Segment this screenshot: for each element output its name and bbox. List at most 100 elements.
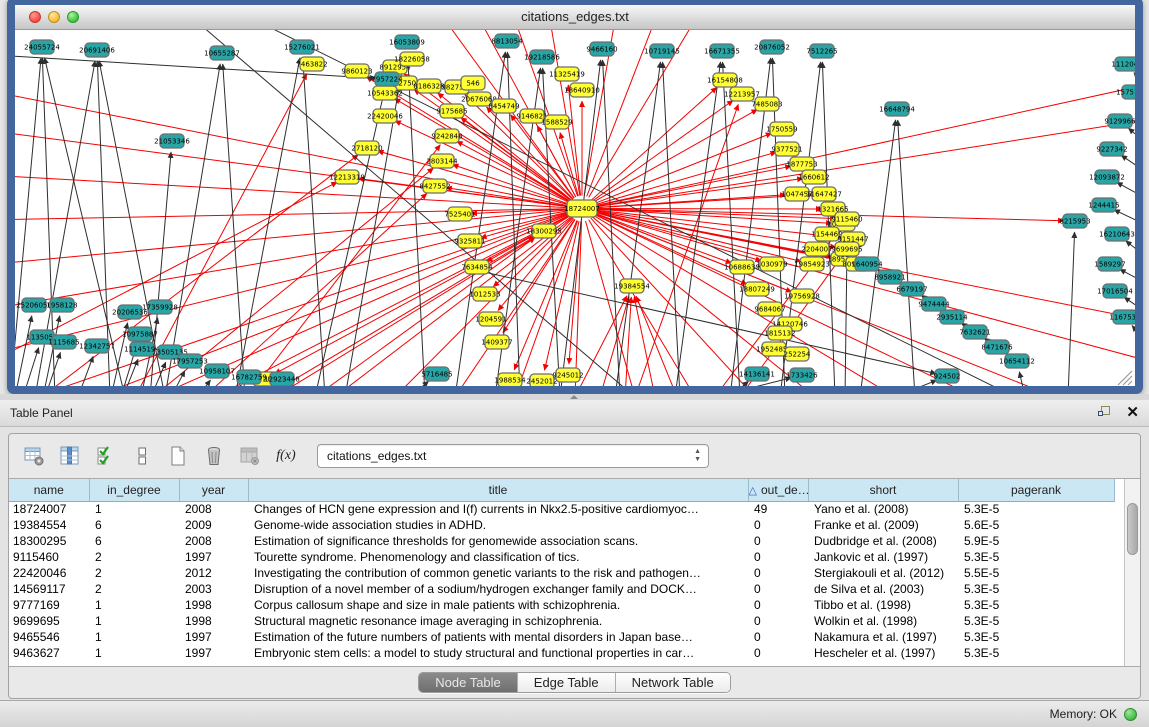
table-row[interactable]: 946362711997Embryonic stem cells: a mode… bbox=[9, 645, 1114, 661]
table-cell[interactable]: 0 bbox=[748, 613, 808, 629]
graph-edge[interactable] bbox=[1126, 241, 1136, 252]
graph-edge[interactable] bbox=[1134, 73, 1136, 80]
graph-node[interactable]: 7525401 bbox=[444, 207, 475, 221]
graph-edge[interactable] bbox=[544, 221, 579, 370]
table-cell[interactable]: Genome-wide association studies in ADHD. bbox=[248, 517, 748, 533]
graph-node[interactable]: 8454749 bbox=[488, 99, 519, 113]
graph-node[interactable]: 9227342 bbox=[1096, 142, 1127, 156]
graph-node[interactable]: 8427552 bbox=[419, 179, 450, 193]
table-cell[interactable]: 2009 bbox=[179, 517, 248, 533]
table-cell[interactable]: Embryonic stem cells: a model to study s… bbox=[248, 645, 748, 661]
graph-edge[interactable] bbox=[78, 356, 93, 387]
column-header-year[interactable]: year bbox=[179, 479, 248, 501]
table-cell[interactable]: 5.3E-5 bbox=[958, 645, 1114, 661]
graph-edge[interactable] bbox=[600, 297, 629, 387]
graph-node[interactable]: 1750559 bbox=[766, 122, 797, 136]
graph-node[interactable]: 11647427 bbox=[806, 187, 842, 201]
graph-node[interactable]: 10655287 bbox=[204, 46, 240, 60]
table-cell[interactable]: 18300295 bbox=[9, 533, 89, 549]
table-cell[interactable]: Tourette syndrome. Phenomenology and cla… bbox=[248, 549, 748, 565]
table-cell[interactable]: 0 bbox=[748, 629, 808, 645]
table-cell[interactable]: 0 bbox=[748, 581, 808, 597]
table-cell[interactable]: Dudbridge et al. (2008) bbox=[808, 533, 958, 549]
graph-edge[interactable] bbox=[315, 90, 385, 387]
table-cell[interactable]: 1 bbox=[89, 645, 179, 661]
table-cell[interactable]: 2 bbox=[89, 565, 179, 581]
table-cell[interactable]: 0 bbox=[748, 533, 808, 549]
table-cell[interactable]: Tibbo et al. (1998) bbox=[808, 597, 958, 613]
table-cell[interactable]: Hescheler et al. (1997) bbox=[808, 645, 958, 661]
network-canvas[interactable]: 1872400774638229860123891295418226058982… bbox=[15, 30, 1135, 387]
graph-node[interactable]: 24055724 bbox=[24, 40, 60, 54]
scrollbar-thumb[interactable] bbox=[1127, 503, 1138, 555]
graph-node[interactable]: 9699695 bbox=[831, 242, 862, 256]
table-cell[interactable]: 0 bbox=[748, 565, 808, 581]
table-cell[interactable]: 1998 bbox=[179, 597, 248, 613]
table-cell[interactable]: 1 bbox=[89, 501, 179, 517]
table-cell[interactable]: 1 bbox=[89, 597, 179, 613]
table-row[interactable]: 969969511998Structural magnetic resonanc… bbox=[9, 613, 1114, 629]
resize-grip-icon[interactable] bbox=[1118, 371, 1132, 385]
table-cell[interactable]: 1997 bbox=[179, 549, 248, 565]
create-column-button[interactable] bbox=[165, 443, 191, 469]
table-cell[interactable]: 2008 bbox=[179, 501, 248, 517]
graph-edge[interactable] bbox=[675, 62, 721, 387]
graph-edge[interactable] bbox=[155, 214, 570, 387]
table-cell[interactable]: Wolkin et al. (1998) bbox=[808, 613, 958, 629]
table-cell[interactable]: 6 bbox=[89, 533, 179, 549]
graph-node[interactable]: 9860123 bbox=[341, 64, 372, 78]
graph-edge[interactable] bbox=[1120, 269, 1136, 280]
graph-edge[interactable] bbox=[43, 316, 60, 387]
delete-table-button[interactable] bbox=[237, 443, 263, 469]
table-cell[interactable]: Yano et al. (2008) bbox=[808, 501, 958, 517]
table-cell[interactable]: Nakamura et al. (1997) bbox=[808, 629, 958, 645]
table-vertical-scrollbar[interactable] bbox=[1124, 479, 1140, 666]
graph-node[interactable]: 1815132 bbox=[764, 326, 795, 340]
graph-node[interactable]: 20876052 bbox=[754, 40, 790, 54]
table-row[interactable]: 1938455462009Genome-wide association stu… bbox=[9, 517, 1114, 533]
table-cell[interactable]: 5.3E-5 bbox=[958, 629, 1114, 645]
graph-node[interactable]: 2803144 bbox=[426, 154, 458, 168]
graph-node[interactable]: 9242848 bbox=[431, 129, 462, 143]
graph-node[interactable]: 924502 bbox=[934, 369, 961, 383]
graph-node[interactable]: 7634854 bbox=[461, 260, 493, 274]
table-cell[interactable]: Disruption of a novel member of a sodium… bbox=[248, 581, 748, 597]
graph-node[interactable]: 252254 bbox=[784, 347, 811, 361]
graph-edge[interactable] bbox=[198, 380, 211, 387]
graph-edge[interactable] bbox=[595, 120, 1136, 206]
table-row[interactable]: 946554611997Estimation of the future num… bbox=[9, 629, 1114, 645]
function-builder-button[interactable]: f(x) bbox=[273, 443, 299, 469]
table-cell[interactable]: 0 bbox=[748, 645, 808, 661]
graph-node[interactable]: 1958128 bbox=[46, 298, 77, 312]
graph-edge[interactable] bbox=[345, 53, 405, 387]
graph-node[interactable]: 10975887 bbox=[122, 327, 158, 341]
graph-node[interactable]: 18807249 bbox=[739, 282, 775, 296]
graph-node[interactable]: 8958921 bbox=[874, 270, 905, 284]
table-cell[interactable]: 2 bbox=[89, 581, 179, 597]
graph-node[interactable]: 12213957 bbox=[724, 87, 760, 101]
column-header-name[interactable]: name bbox=[9, 479, 89, 501]
graph-node[interactable]: 9474444 bbox=[918, 297, 950, 311]
graph-node[interactable]: 1115685 bbox=[48, 335, 79, 349]
close-panel-icon[interactable]: ✕ bbox=[1126, 406, 1139, 420]
table-row[interactable]: 1830029562008Estimation of significance … bbox=[9, 533, 1114, 549]
tab-network-table[interactable]: Network Table bbox=[616, 673, 730, 692]
table-cell[interactable]: 5.3E-5 bbox=[958, 581, 1114, 597]
table-cell[interactable]: 9463627 bbox=[9, 645, 89, 661]
graph-node[interactable]: 2204007 bbox=[801, 242, 832, 256]
graph-node[interactable]: 9129966 bbox=[1104, 114, 1136, 128]
table-cell[interactable]: 9115460 bbox=[9, 549, 89, 565]
graph-node[interactable]: 16648794 bbox=[879, 102, 915, 116]
zoom-window-button[interactable] bbox=[67, 11, 79, 23]
graph-node[interactable]: 1640954 bbox=[851, 257, 883, 271]
graph-node[interactable]: 1733426 bbox=[786, 368, 818, 382]
graph-node[interactable]: 9325811 bbox=[454, 234, 485, 248]
graph-node[interactable]: 19854923 bbox=[794, 257, 830, 271]
tab-node-table[interactable]: Node Table bbox=[419, 673, 518, 692]
graph-node[interactable]: 22420046 bbox=[367, 109, 403, 123]
graph-edge[interactable] bbox=[135, 74, 307, 387]
table-cell[interactable]: Corpus callosum shape and size in male p… bbox=[248, 597, 748, 613]
table-cell[interactable]: 9777169 bbox=[9, 597, 89, 613]
table-cell[interactable]: 0 bbox=[748, 549, 808, 565]
graph-edge[interactable] bbox=[895, 380, 937, 387]
